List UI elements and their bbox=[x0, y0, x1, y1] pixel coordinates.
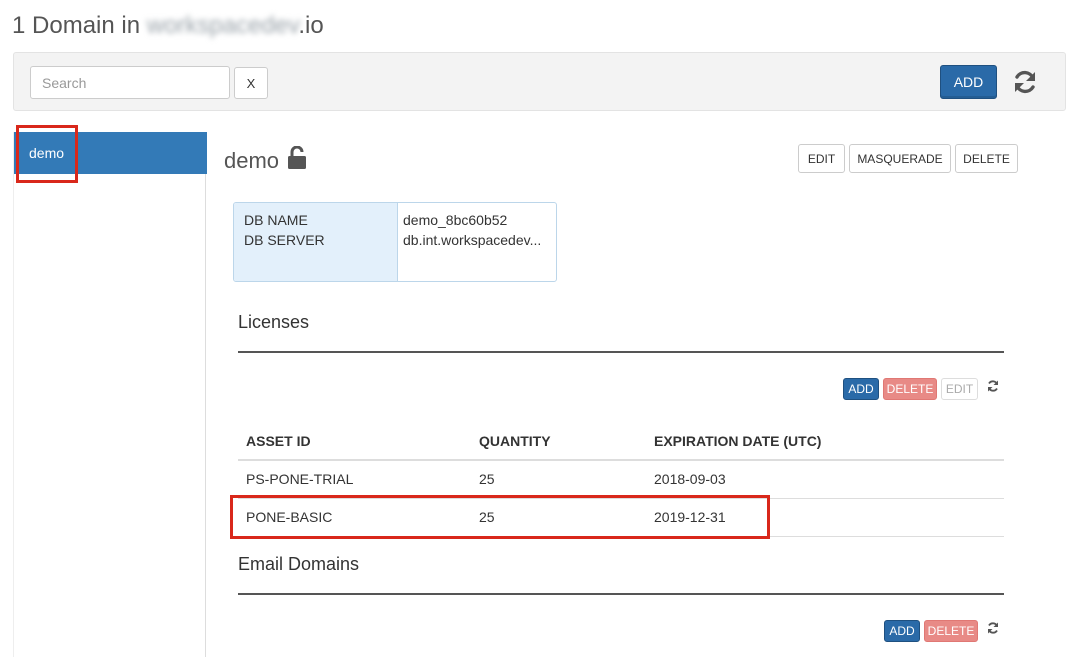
add-domain-button[interactable]: ADD bbox=[940, 65, 997, 99]
edit-domain-button[interactable]: EDIT bbox=[798, 144, 845, 173]
domain-sidebar: demo bbox=[13, 132, 207, 657]
column-header-expiration: EXPIRATION DATE (UTC) bbox=[646, 422, 1004, 461]
db-info-panel: DB NAME DB SERVER demo_8bc60b52 db.int.w… bbox=[233, 202, 557, 282]
cell-expiration: 2019-12-31 bbox=[646, 498, 1004, 537]
db-values: demo_8bc60b52 db.int.workspacedev... bbox=[398, 203, 556, 281]
sidebar-item-label: demo bbox=[29, 145, 65, 161]
licenses-table: ASSET ID QUANTITY EXPIRATION DATE (UTC) … bbox=[238, 422, 1004, 537]
unlock-icon bbox=[287, 145, 307, 176]
license-add-button[interactable]: ADD bbox=[843, 378, 879, 400]
db-name-label: DB NAME bbox=[244, 212, 308, 228]
license-delete-button[interactable]: DELETE bbox=[883, 378, 937, 400]
licenses-divider bbox=[238, 351, 1004, 353]
email-domains-title: Email Domains bbox=[238, 554, 360, 574]
page-title-prefix: 1 Domain in bbox=[12, 12, 147, 39]
domain-title: demo bbox=[224, 145, 307, 176]
clear-search-button[interactable]: X bbox=[234, 67, 268, 99]
table-row[interactable]: PONE-BASIC 25 2019-12-31 bbox=[238, 498, 1004, 537]
licenses-title: Licenses bbox=[238, 312, 310, 332]
sidebar-item-demo[interactable]: demo bbox=[14, 132, 207, 174]
column-header-quantity: QUANTITY bbox=[471, 422, 646, 461]
db-labels: DB NAME DB SERVER bbox=[234, 203, 398, 281]
page-title: 1 Domain in workspacedev.io bbox=[12, 12, 324, 40]
license-refresh-icon[interactable] bbox=[986, 379, 1000, 393]
cell-asset-id: PONE-BASIC bbox=[238, 498, 471, 537]
table-header-row: ASSET ID QUANTITY EXPIRATION DATE (UTC) bbox=[238, 422, 1004, 461]
cell-quantity: 25 bbox=[471, 498, 646, 537]
search-input[interactable] bbox=[30, 66, 230, 99]
db-name-value: demo_8bc60b52 bbox=[403, 212, 508, 228]
toolbar: X ADD bbox=[13, 52, 1066, 111]
email-domain-add-button[interactable]: ADD bbox=[884, 620, 920, 642]
table-row[interactable]: PS-PONE-TRIAL 25 2018-09-03 bbox=[238, 460, 1004, 499]
delete-domain-button[interactable]: DELETE bbox=[955, 144, 1018, 173]
cell-quantity: 25 bbox=[471, 460, 646, 499]
page-title-blurred: workspacedev bbox=[146, 12, 299, 39]
column-header-asset-id: ASSET ID bbox=[238, 422, 471, 461]
email-domain-delete-button[interactable]: DELETE bbox=[924, 620, 978, 642]
db-server-value: db.int.workspacedev... bbox=[403, 232, 542, 248]
email-domain-refresh-icon[interactable] bbox=[986, 621, 1000, 635]
email-domains-divider bbox=[238, 593, 1004, 595]
cell-asset-id: PS-PONE-TRIAL bbox=[238, 460, 471, 499]
db-server-label: DB SERVER bbox=[244, 232, 325, 248]
refresh-icon[interactable] bbox=[1010, 67, 1040, 97]
license-edit-button[interactable]: EDIT bbox=[941, 378, 978, 400]
cell-expiration: 2018-09-03 bbox=[646, 460, 1004, 499]
masquerade-button[interactable]: MASQUERADE bbox=[849, 144, 951, 173]
page-title-suffix: .io bbox=[298, 12, 324, 39]
domain-name: demo bbox=[224, 148, 280, 173]
